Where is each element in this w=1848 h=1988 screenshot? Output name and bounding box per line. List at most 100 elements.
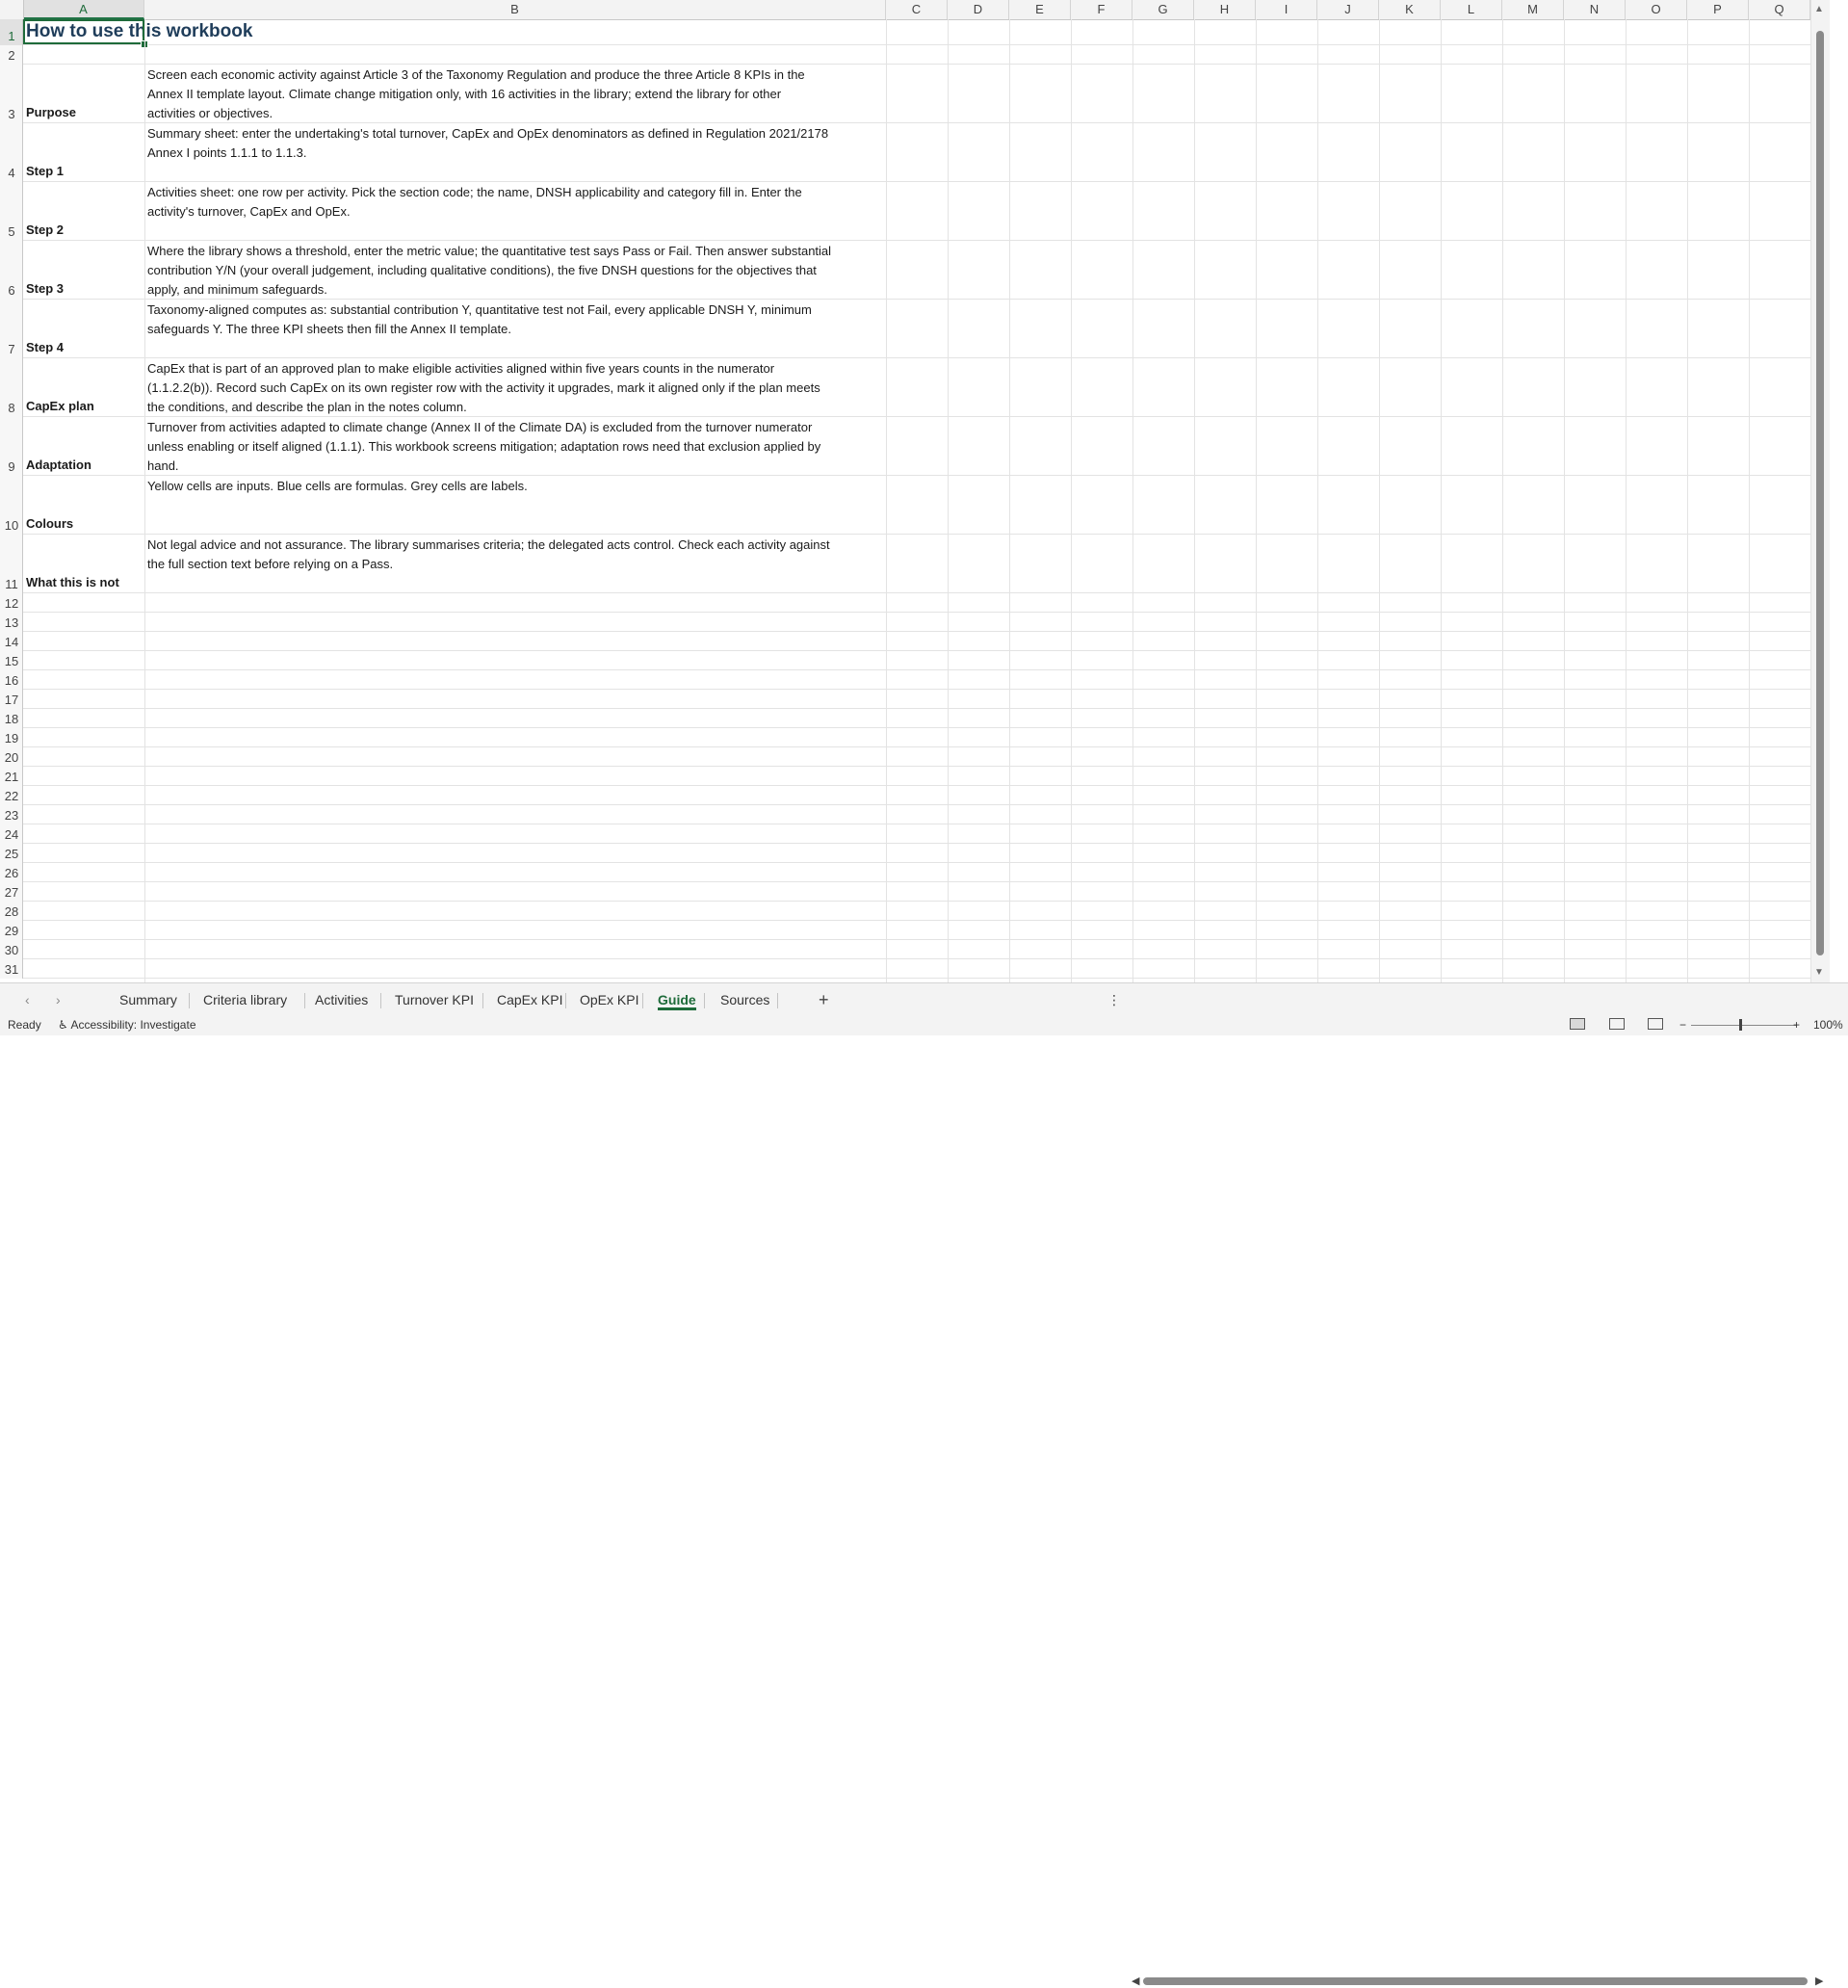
guide-text-cell[interactable]: Taxonomy-aligned computes as: substantia…: [147, 301, 884, 339]
row-header[interactable]: 3: [0, 65, 23, 123]
row-header[interactable]: 16: [0, 670, 23, 690]
accessibility-checker[interactable]: ♿ Accessibility: Investigate: [58, 1018, 196, 1032]
sheet-tab-sources[interactable]: Sources: [716, 983, 773, 1016]
row-header[interactable]: 2: [0, 45, 23, 65]
guide-text-cell[interactable]: Yellow cells are inputs. Blue cells are …: [147, 477, 884, 496]
row-header[interactable]: 8: [0, 358, 23, 417]
column-header-o[interactable]: O: [1626, 0, 1687, 19]
add-sheet-button[interactable]: +: [819, 983, 829, 1016]
status-ready: Ready: [8, 1018, 41, 1032]
guide-text-cell[interactable]: Screen each economic activity against Ar…: [147, 65, 884, 123]
column-header-d[interactable]: D: [948, 0, 1009, 19]
row-header[interactable]: 14: [0, 632, 23, 651]
guide-label-cell[interactable]: Step 4: [26, 340, 64, 354]
column-header-a[interactable]: A: [23, 0, 144, 19]
guide-label-cell[interactable]: Step 3: [26, 281, 64, 296]
guide-label-cell[interactable]: Colours: [26, 516, 73, 531]
column-header-i[interactable]: I: [1256, 0, 1317, 19]
row-header[interactable]: 29: [0, 921, 23, 940]
zoom-out-button[interactable]: −: [1679, 1018, 1686, 1032]
prev-sheet-icon[interactable]: ‹: [25, 983, 30, 1016]
sheet-tab-criteria-library[interactable]: Criteria library: [199, 983, 291, 1016]
sheet-tab-guide[interactable]: Guide: [654, 983, 700, 1016]
guide-label-cell[interactable]: What this is not: [26, 575, 119, 589]
sheet-tab-summary[interactable]: Summary: [116, 983, 181, 1016]
guide-label-cell[interactable]: Step 1: [26, 164, 64, 178]
column-header-j[interactable]: J: [1317, 0, 1379, 19]
guide-label-cell[interactable]: Purpose: [26, 105, 76, 119]
spreadsheet-grid[interactable]: ABCDEFGHIJKLMNOPQ 1 2 3 Purpose Screen each …: [0, 0, 1830, 982]
row-header[interactable]: 11: [0, 535, 23, 593]
guide-text-cell[interactable]: Not legal advice and not assurance. The …: [147, 536, 884, 574]
row-header[interactable]: 27: [0, 882, 23, 902]
column-header-k[interactable]: K: [1379, 0, 1441, 19]
row-header[interactable]: 10: [0, 476, 23, 535]
column-header-b[interactable]: B: [144, 0, 886, 19]
zoom-slider-thumb[interactable]: [1739, 1019, 1742, 1031]
scroll-up-icon[interactable]: ▲: [1814, 4, 1824, 14]
column-header-h[interactable]: H: [1194, 0, 1256, 19]
row-header[interactable]: 15: [0, 651, 23, 670]
normal-view-icon[interactable]: [1570, 1018, 1585, 1030]
row-header[interactable]: 7: [0, 300, 23, 358]
sheet-tab-opex-kpi[interactable]: OpEx KPI: [576, 983, 642, 1016]
horizontal-scroll-thumb[interactable]: [1143, 1977, 1808, 1985]
row-header[interactable]: 4: [0, 123, 23, 182]
row-header[interactable]: 31: [0, 959, 23, 979]
sheet-tab-activities[interactable]: Activities: [311, 983, 372, 1016]
row-header[interactable]: 28: [0, 902, 23, 921]
row-header[interactable]: 13: [0, 613, 23, 632]
row-header[interactable]: 30: [0, 940, 23, 959]
vertical-scrollbar[interactable]: ▲ ▼: [1810, 0, 1830, 982]
guide-label-cell[interactable]: CapEx plan: [26, 399, 94, 413]
next-sheet-icon[interactable]: ›: [56, 983, 61, 1016]
vertical-scroll-thumb[interactable]: [1816, 31, 1824, 955]
row-header[interactable]: 17: [0, 690, 23, 709]
zoom-level[interactable]: 100%: [1813, 1018, 1843, 1032]
column-header-m[interactable]: M: [1502, 0, 1564, 19]
scroll-down-icon[interactable]: ▼: [1814, 967, 1824, 978]
sheet-tab-capex-kpi[interactable]: CapEx KPI: [493, 983, 566, 1016]
column-header-q[interactable]: Q: [1749, 0, 1810, 19]
guide-label-cell[interactable]: Adaptation: [26, 458, 91, 472]
guide-text-cell[interactable]: Summary sheet: enter the undertaking's t…: [147, 124, 884, 163]
zoom-slider-track[interactable]: [1691, 1025, 1797, 1026]
row-gridline: [23, 958, 1830, 959]
row-header[interactable]: 22: [0, 786, 23, 805]
row-header[interactable]: 19: [0, 728, 23, 747]
row-header[interactable]: 21: [0, 767, 23, 786]
row-gridline: [23, 631, 1830, 632]
row-header[interactable]: 1: [0, 19, 23, 45]
row-header[interactable]: 20: [0, 747, 23, 767]
select-all-corner[interactable]: [0, 0, 24, 19]
column-header-e[interactable]: E: [1009, 0, 1071, 19]
guide-text-cell[interactable]: Where the library shows a threshold, ent…: [147, 242, 884, 300]
row-header[interactable]: 9: [0, 417, 23, 476]
horizontal-scrollbar[interactable]: ◀ ▶: [1132, 1975, 1825, 1988]
row-header[interactable]: 23: [0, 805, 23, 824]
more-options-icon[interactable]: ⋮: [1107, 983, 1121, 1016]
guide-text-cell[interactable]: CapEx that is part of an approved plan t…: [147, 359, 884, 417]
zoom-in-button[interactable]: +: [1793, 1018, 1800, 1032]
row-header[interactable]: 26: [0, 863, 23, 882]
guide-text-cell[interactable]: Activities sheet: one row per activity. …: [147, 183, 884, 222]
row-header[interactable]: 12: [0, 593, 23, 613]
guide-text-cell[interactable]: Turnover from activities adapted to clim…: [147, 418, 884, 476]
row-header[interactable]: 18: [0, 709, 23, 728]
row-header[interactable]: 5: [0, 182, 23, 241]
column-header-n[interactable]: N: [1564, 0, 1626, 19]
scroll-right-icon[interactable]: ▶: [1815, 1975, 1823, 1987]
column-header-l[interactable]: L: [1441, 0, 1502, 19]
scroll-left-icon[interactable]: ◀: [1132, 1975, 1139, 1987]
page-break-preview-icon[interactable]: [1648, 1018, 1663, 1030]
column-header-c[interactable]: C: [886, 0, 948, 19]
row-header[interactable]: 25: [0, 844, 23, 863]
sheet-tab-turnover-kpi[interactable]: Turnover KPI: [391, 983, 478, 1016]
row-header[interactable]: 24: [0, 824, 23, 844]
guide-label-cell[interactable]: Step 2: [26, 222, 64, 237]
page-layout-icon[interactable]: [1609, 1018, 1625, 1030]
column-header-g[interactable]: G: [1132, 0, 1194, 19]
column-header-p[interactable]: P: [1687, 0, 1749, 19]
row-header[interactable]: 6: [0, 241, 23, 300]
column-header-f[interactable]: F: [1071, 0, 1132, 19]
